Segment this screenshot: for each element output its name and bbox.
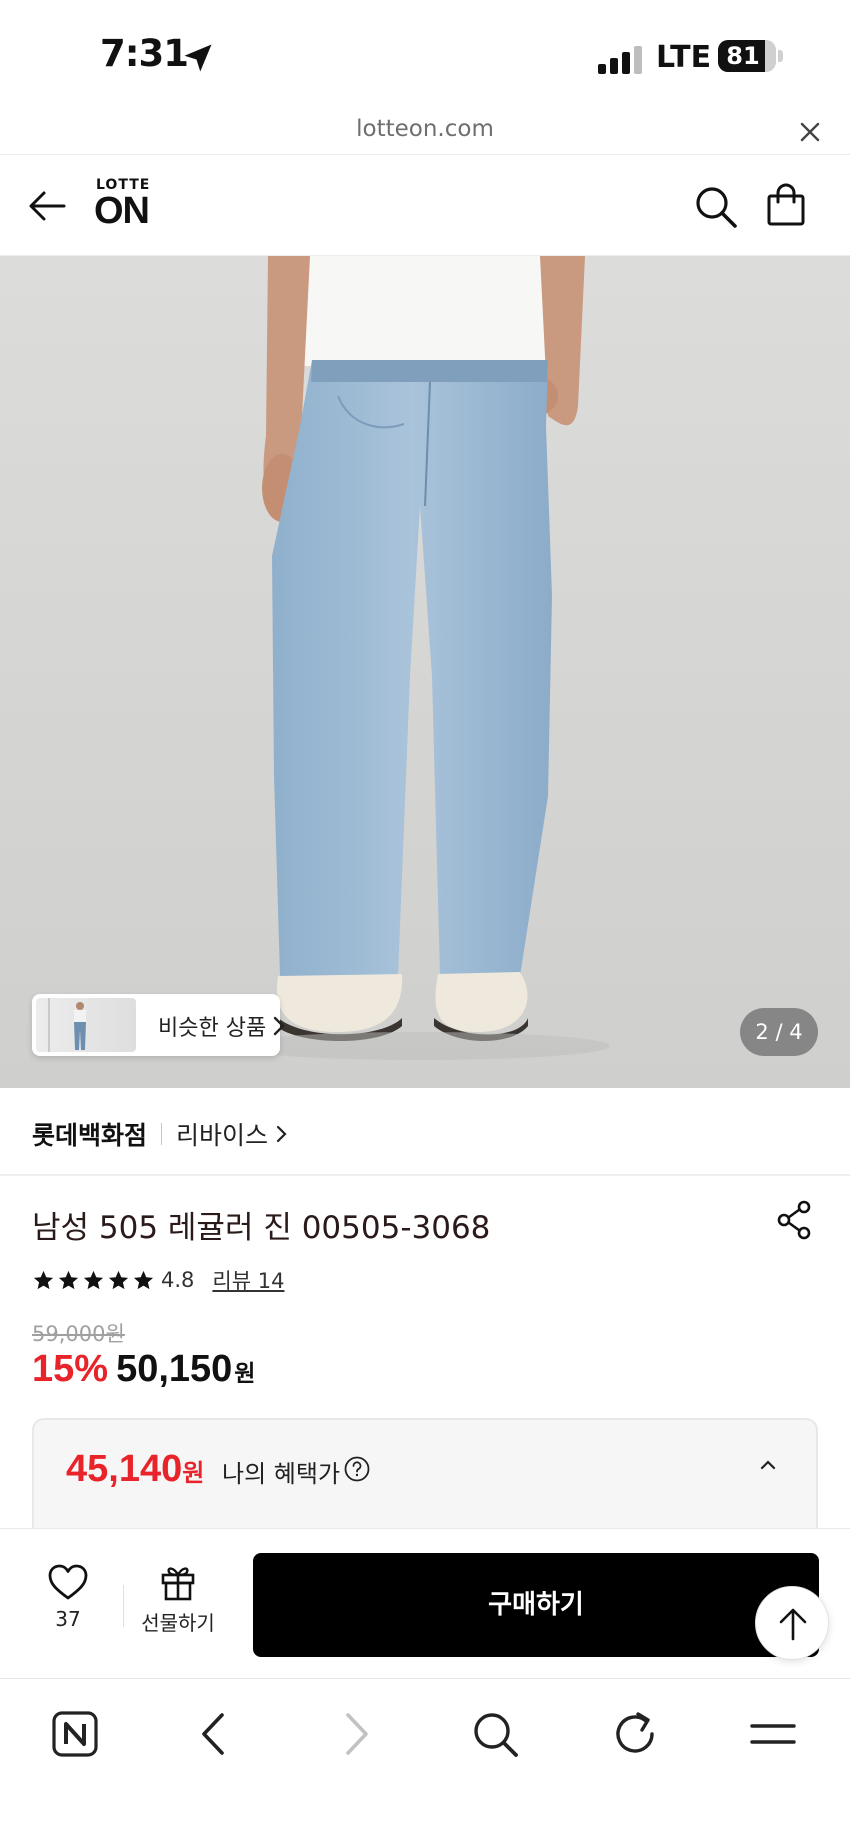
share-icon[interactable] xyxy=(776,1200,812,1240)
help-icon[interactable] xyxy=(344,1456,370,1482)
review-link[interactable]: 리뷰 14 xyxy=(212,1265,284,1295)
gift-button[interactable]: 선물하기 xyxy=(136,1563,220,1647)
browser-search-icon[interactable] xyxy=(470,1709,520,1759)
star-icon xyxy=(108,1270,129,1289)
action-separator xyxy=(123,1585,124,1627)
url-bar: lotteon.com xyxy=(0,110,850,154)
heart-icon xyxy=(48,1564,88,1600)
similar-products-button[interactable]: 비슷한 상품 xyxy=(32,994,285,1056)
chevron-right-icon xyxy=(273,1016,285,1036)
status-bar: 7:31 LTE 81 xyxy=(0,0,850,110)
discount-rate: 15% xyxy=(32,1348,109,1390)
image-page-indicator: 2 / 4 xyxy=(740,1008,818,1056)
status-time: 7:31 xyxy=(100,32,189,75)
logo-main-text: ON xyxy=(94,190,150,232)
benefit-amount: 45,140 xyxy=(66,1448,183,1490)
gift-icon xyxy=(161,1567,195,1601)
close-icon[interactable] xyxy=(798,120,822,144)
battery-level: 81 xyxy=(726,42,760,70)
scroll-to-top-button[interactable] xyxy=(755,1586,829,1660)
browser-forward-icon xyxy=(346,1713,368,1755)
similar-product-thumbnail xyxy=(36,998,136,1052)
back-arrow-icon[interactable] xyxy=(26,185,68,227)
rating-value: 4.8 xyxy=(161,1268,195,1292)
gift-label: 선물하기 xyxy=(141,1611,215,1635)
currency-unit: 원 xyxy=(234,1361,256,1387)
benefit-label: 나의 혜택가 xyxy=(222,1460,341,1488)
my-benefit-price-panel[interactable]: 45,140 원 나의 혜택가 xyxy=(32,1418,818,1538)
lotte-on-logo[interactable]: LOTTE ON xyxy=(94,177,150,232)
site-header: LOTTE ON xyxy=(0,154,850,256)
benefit-price: 45,140 원 xyxy=(66,1448,204,1491)
arrow-up-icon xyxy=(779,1608,807,1641)
benefit-currency: 원 xyxy=(182,1459,205,1487)
url-text[interactable]: lotteon.com xyxy=(0,116,850,142)
menu-icon[interactable] xyxy=(748,1709,798,1759)
location-arrow-icon xyxy=(184,44,212,72)
search-icon[interactable] xyxy=(694,185,738,229)
store-name[interactable]: 롯데백화점 xyxy=(32,1116,147,1152)
price-row: 15% 50,150 원 xyxy=(32,1348,255,1391)
browser-toolbar xyxy=(0,1678,850,1842)
chevron-right-icon[interactable] xyxy=(276,1125,288,1143)
cellular-signal-icon xyxy=(598,44,644,74)
star-rating xyxy=(32,1269,155,1292)
star-icon xyxy=(133,1270,154,1289)
product-image[interactable]: 비슷한 상품 2 / 4 xyxy=(0,256,850,1088)
section-divider xyxy=(0,1174,850,1176)
rating-row: 4.8 리뷰 14 xyxy=(32,1265,284,1295)
browser-back-icon[interactable] xyxy=(190,1709,240,1759)
battery-nub xyxy=(778,50,783,62)
sale-price: 50,150 xyxy=(116,1348,233,1390)
product-title: 남성 505 레귤러 진 00505-3068 xyxy=(32,1210,491,1246)
purchase-action-bar: 37 선물하기 구매하기 xyxy=(0,1528,850,1678)
refresh-icon[interactable] xyxy=(610,1709,660,1759)
buy-button[interactable]: 구매하기 xyxy=(253,1553,819,1657)
like-count: 37 xyxy=(55,1607,81,1631)
star-icon xyxy=(83,1270,104,1289)
original-price: 59,000원 xyxy=(32,1322,125,1346)
shopping-bag-icon[interactable] xyxy=(764,183,808,227)
battery-icon: 81 xyxy=(718,40,776,72)
similar-products-label: 비슷한 상품 xyxy=(158,1016,267,1041)
star-icon xyxy=(58,1270,79,1289)
naver-home-icon[interactable] xyxy=(50,1709,100,1759)
breadcrumb: 롯데백화점 리바이스 xyxy=(32,1114,288,1154)
chevron-up-icon[interactable] xyxy=(758,1458,778,1472)
breadcrumb-separator xyxy=(161,1123,163,1145)
brand-link[interactable]: 리바이스 xyxy=(176,1116,268,1152)
network-type: LTE xyxy=(656,40,712,75)
star-icon xyxy=(33,1270,54,1289)
jeans-photo xyxy=(230,256,610,1060)
like-button[interactable]: 37 xyxy=(36,1563,100,1647)
